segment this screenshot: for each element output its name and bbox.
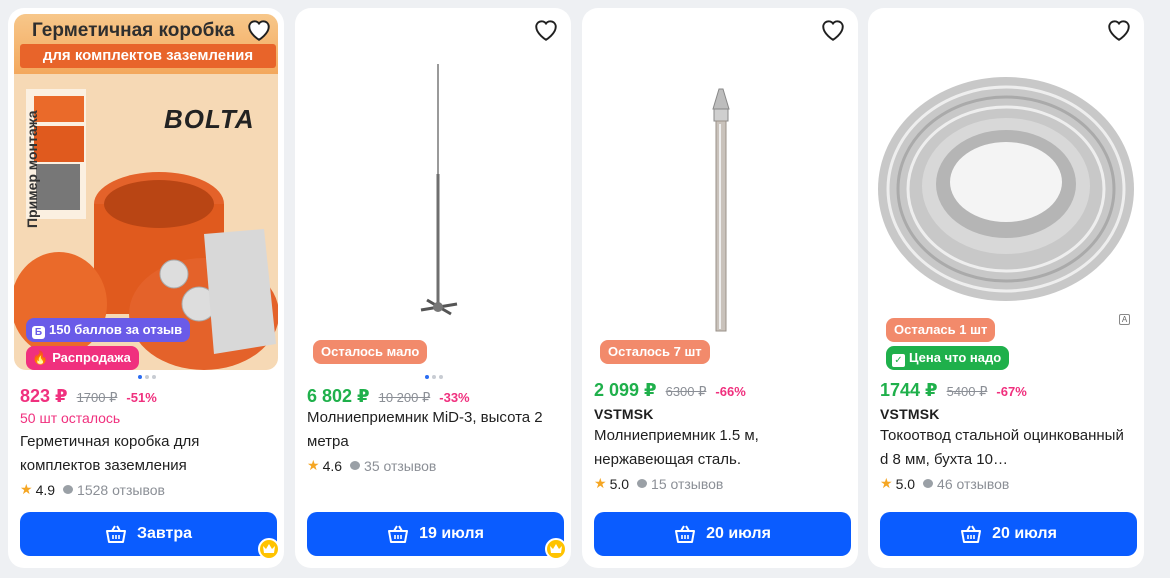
add-to-cart-button[interactable]: Завтра	[20, 512, 277, 556]
discount: -51%	[126, 390, 157, 405]
reviews-count[interactable]: 35 отзывов	[364, 458, 436, 474]
basket-icon	[675, 525, 696, 543]
stock-badge: Осталось 7 шт	[600, 340, 710, 364]
delivery-date: 20 июля	[992, 525, 1057, 542]
rating-value: 4.6	[322, 457, 343, 474]
crown-icon	[258, 538, 280, 560]
product-image[interactable]: Герметичная коробка для комплектов зазем…	[14, 14, 278, 370]
product-image[interactable]: Осталось 7 шт	[588, 14, 852, 370]
stock-text: 50 шт осталось	[20, 410, 121, 426]
rating-value: 5.0	[895, 475, 916, 492]
stock-badge: Осталось мало	[313, 340, 428, 364]
brand-logo: BOLTA	[164, 104, 255, 134]
product-card[interactable]: Осталась 1 шт ✓ Цена что надо A 1744 ₽ 54…	[868, 8, 1144, 568]
star-icon: ★	[20, 481, 33, 497]
basket-icon	[961, 525, 982, 543]
current-price: 823 ₽	[20, 386, 68, 406]
current-price: 6 802 ₽	[307, 386, 370, 406]
product-photo	[878, 77, 1134, 301]
heart-icon[interactable]	[533, 18, 559, 42]
sale-badge: 🔥 Распродажа	[26, 346, 139, 370]
rating-row: ★ 5.0 15 отзывов	[594, 475, 723, 492]
old-price: 6300 ₽	[665, 384, 707, 399]
star-icon: ★	[594, 475, 607, 491]
brand-name[interactable]: VSTMSK	[880, 406, 940, 422]
current-price: 2 099 ₽	[594, 380, 657, 400]
good-price-label: Цена что надо	[909, 350, 1002, 365]
product-image[interactable]: Осталась 1 шт ✓ Цена что надо	[874, 14, 1138, 370]
rating-row: ★ 5.0 46 отзывов	[880, 475, 1009, 492]
heart-icon[interactable]	[820, 18, 846, 42]
discount: -67%	[996, 384, 1027, 399]
product-title[interactable]: Молниеприемник 1.5 м, нержавеющая сталь.	[594, 424, 846, 472]
price-row: 823 ₽ 1700 ₽ -51%	[20, 386, 157, 407]
stock-badge: Осталась 1 шт	[886, 318, 996, 342]
points-badge: Б 150 баллов за отзыв	[26, 318, 191, 342]
promo-banner: Герметичная коробка для комплектов зазем…	[14, 14, 278, 74]
points-badge-label: 150 баллов за отзыв	[49, 322, 183, 337]
add-to-cart-button[interactable]: 20 июля	[880, 512, 1137, 556]
product-image[interactable]: Осталось мало	[301, 14, 565, 370]
image-pager[interactable]	[425, 375, 443, 381]
old-price: 1700 ₽	[76, 390, 118, 405]
product-title[interactable]: Молниеприемник MiD-3, высота 2 метра	[307, 406, 559, 454]
heart-icon[interactable]	[1106, 18, 1132, 42]
discount: -66%	[715, 384, 746, 399]
promo-subtitle: для комплектов заземления	[20, 44, 276, 68]
promo-side-text: Пример монтажа	[24, 110, 40, 228]
ad-marker-icon[interactable]: A	[1119, 314, 1130, 325]
price-row: 6 802 ₽ 10 200 ₽ -33%	[307, 386, 470, 407]
price-row: 2 099 ₽ 6300 ₽ -66%	[594, 380, 746, 401]
product-title[interactable]: Герметичная коробка для комплектов зазем…	[20, 430, 272, 478]
product-card[interactable]: Герметичная коробка для комплектов зазем…	[8, 8, 284, 568]
add-to-cart-button[interactable]: 20 июля	[594, 512, 851, 556]
rating-value: 5.0	[609, 475, 630, 492]
comment-icon	[63, 485, 74, 494]
sale-badge-label: Распродажа	[52, 350, 131, 365]
product-title[interactable]: Токоотвод стальной оцинкованный d 8 мм, …	[880, 424, 1132, 472]
reviews-count[interactable]: 15 отзывов	[651, 476, 723, 492]
comment-icon	[637, 479, 648, 488]
product-photo	[712, 88, 730, 332]
comment-icon	[350, 461, 361, 470]
crown-icon	[545, 538, 567, 560]
current-price: 1744 ₽	[880, 380, 938, 400]
product-photo	[420, 64, 458, 316]
comment-icon	[923, 479, 934, 488]
product-card[interactable]: Осталось 7 шт 2 099 ₽ 6300 ₽ -66% VSTMSK…	[582, 8, 858, 568]
product-card[interactable]: Осталось мало 6 802 ₽ 10 200 ₽ -33% Молн…	[295, 8, 571, 568]
old-price: 5400 ₽	[946, 384, 988, 399]
reviews-count[interactable]: 1528 отзывов	[77, 482, 165, 498]
rating-value: 4.9	[35, 481, 56, 498]
promo-title: Герметичная коробка	[32, 20, 235, 41]
heart-icon[interactable]	[246, 18, 272, 42]
image-pager[interactable]	[138, 375, 156, 381]
discount: -33%	[439, 390, 470, 405]
fire-icon: 🔥	[32, 350, 49, 365]
add-to-cart-button[interactable]: 19 июля	[307, 512, 564, 556]
good-price-badge: ✓ Цена что надо	[886, 346, 1010, 370]
reviews-count[interactable]: 46 отзывов	[937, 476, 1009, 492]
rating-row: ★ 4.6 35 отзывов	[307, 457, 436, 474]
delivery-date: 19 июля	[419, 525, 484, 542]
basket-icon	[105, 525, 126, 543]
star-icon: ★	[880, 475, 893, 491]
old-price: 10 200 ₽	[378, 390, 431, 405]
brand-name[interactable]: VSTMSK	[594, 406, 654, 422]
star-icon: ★	[307, 457, 320, 473]
price-row: 1744 ₽ 5400 ₽ -67%	[880, 380, 1027, 401]
rating-row: ★ 4.9 1528 отзывов	[20, 481, 165, 498]
delivery-date: 20 июля	[706, 525, 771, 542]
thumbs-up-icon: ✓	[892, 354, 905, 367]
basket-icon	[388, 525, 409, 543]
points-icon: Б	[32, 326, 45, 339]
delivery-date: Завтра	[136, 525, 193, 542]
